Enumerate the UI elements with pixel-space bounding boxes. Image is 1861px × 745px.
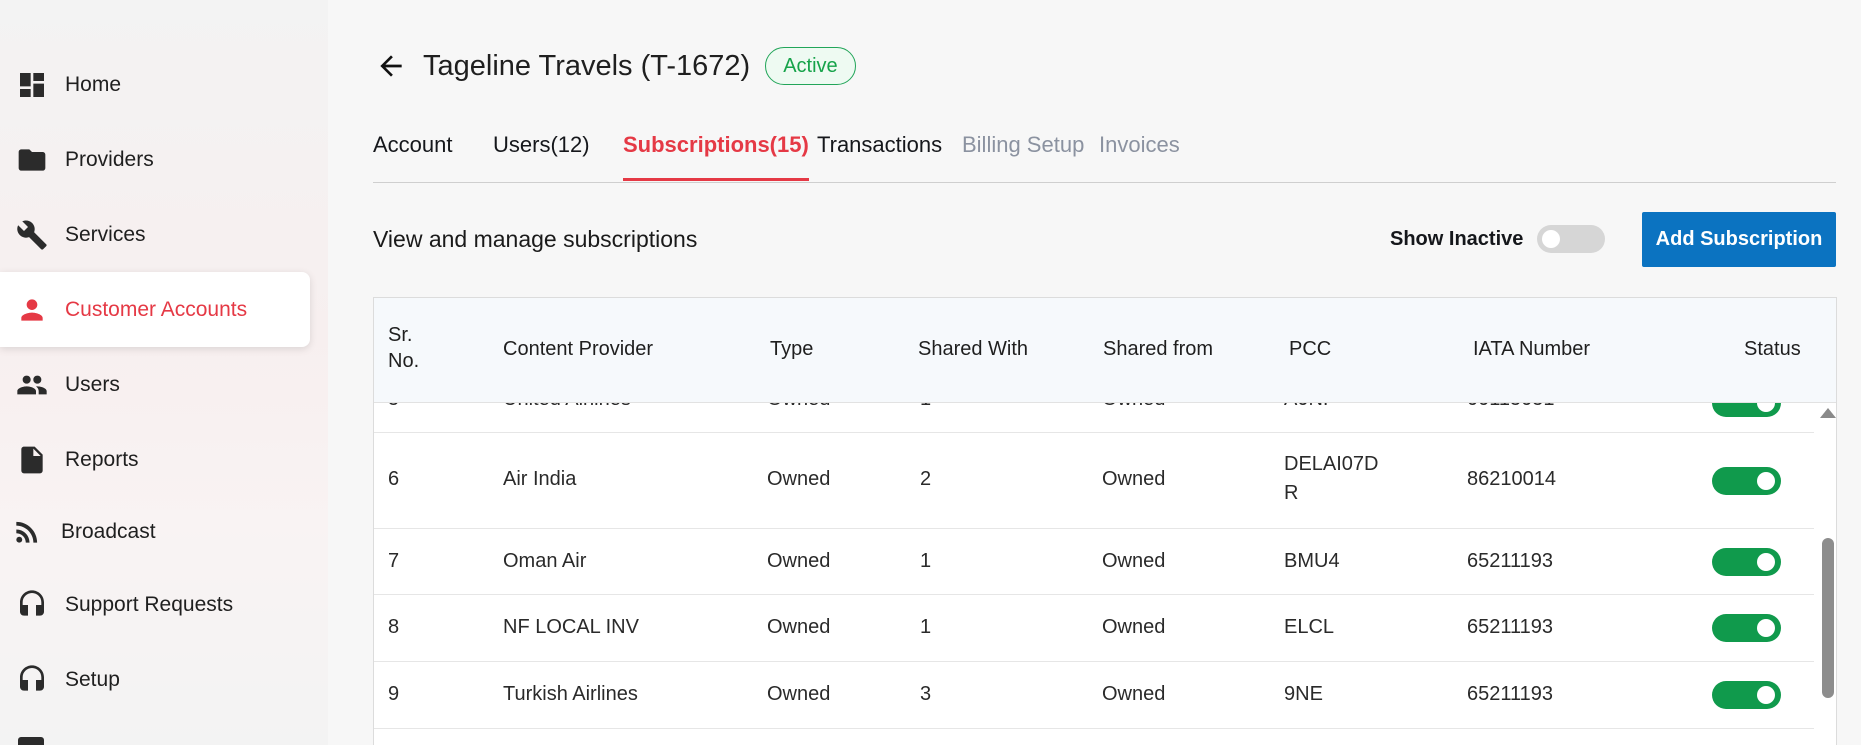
status-toggle[interactable] [1712, 467, 1781, 495]
document-icon [15, 443, 49, 477]
sidebar-item-setup[interactable]: Setup [0, 642, 310, 717]
toggle-knob [1757, 553, 1775, 571]
show-inactive-label: Show Inactive [1390, 228, 1524, 250]
sidebar-item-label: Support Requests [65, 592, 234, 616]
toggle-knob [1757, 472, 1775, 490]
column-header-iata-number: IATA Number [1473, 338, 1591, 360]
cell-shared-with: 1 [920, 550, 932, 572]
subscriptions-table: Sr. No. Content Provider Type Shared Wit… [373, 297, 1837, 745]
table-row[interactable]: 7 Oman Air Owned 1 Owned BMU4 65211193 [374, 529, 1814, 595]
rss-icon [10, 515, 44, 549]
sidebar: Home Providers Services Customer Account… [0, 0, 328, 745]
page-header: Tageline Travels (T-1672) Active [373, 44, 856, 88]
cell-sr-no: 6 [388, 468, 400, 490]
scroll-up-arrow-icon[interactable] [1820, 408, 1836, 418]
tab-billing-setup[interactable]: Billing Setup [962, 132, 1084, 178]
cell-iata-number: 65211193 [1467, 683, 1554, 705]
status-toggle[interactable] [1712, 614, 1781, 642]
sidebar-item-broadcast[interactable]: Broadcast [0, 494, 310, 569]
sidebar-item-customer-accounts[interactable]: Customer Accounts [0, 272, 310, 347]
show-inactive-toggle[interactable] [1537, 225, 1605, 253]
cell-shared-from: Owned [1102, 468, 1166, 490]
sidebar-item-label: Users [65, 372, 120, 396]
status-badge: Active [765, 47, 856, 85]
table-row[interactable]: 9 Turkish Airlines Owned 3 Owned 9NE 652… [374, 662, 1814, 729]
cell-iata-number: 65211193 [1467, 550, 1554, 572]
tab-invoices[interactable]: Invoices [1099, 132, 1180, 178]
cell-type: Owned [767, 683, 831, 705]
toggle-knob [1757, 619, 1775, 637]
app-root: Home Providers Services Customer Account… [0, 0, 1861, 745]
table-row[interactable]: 8 NF LOCAL INV Owned 1 Owned ELCL 652111… [374, 595, 1814, 662]
cell-content-provider: Oman Air [503, 550, 587, 572]
cell-iata-number: 65211193 [1467, 616, 1554, 638]
column-header-shared-with: Shared With [918, 338, 1029, 360]
cell-sr-no: 7 [388, 550, 400, 572]
tab-users[interactable]: Users(12) [493, 132, 590, 178]
table-row[interactable]: 6 Air India Owned 2 Owned DELAI07DR 8621… [374, 433, 1814, 529]
cell-shared-from: Owned [1102, 550, 1166, 572]
sidebar-item-label: Broadcast [61, 519, 156, 543]
cell-type: Owned [767, 550, 831, 572]
sidebar-item-label: Customer Accounts [65, 297, 248, 321]
cell-shared-from: Owned [1102, 616, 1166, 638]
cell-sr-no: 9 [388, 683, 400, 705]
column-header-sr-no: Sr. No. [388, 324, 420, 372]
cell-type: Owned [767, 468, 831, 490]
tab-subscriptions[interactable]: Subscriptions(15) [623, 132, 809, 181]
person-icon [15, 293, 49, 327]
headset-icon [15, 588, 49, 622]
section-subtitle: View and manage subscriptions [373, 226, 698, 252]
cell-content-provider: NF LOCAL INV [503, 616, 639, 638]
sidebar-item-services[interactable]: Services [0, 197, 310, 272]
tab-bar: Account Users(12) Subscriptions(15) Tran… [373, 126, 1836, 183]
column-header-pcc: PCC [1289, 338, 1332, 360]
sidebar-item-support-requests[interactable]: Support Requests [0, 567, 310, 642]
sidebar-item-label: Providers [65, 147, 154, 171]
dashboard-icon [15, 68, 49, 102]
tab-transactions[interactable]: Transactions [817, 132, 942, 178]
table-header: Sr. No. Content Provider Type Shared Wit… [374, 298, 1836, 403]
sidebar-item-reports[interactable]: Reports [0, 422, 310, 497]
back-arrow-icon[interactable] [373, 48, 409, 84]
status-toggle[interactable] [1712, 681, 1781, 709]
cell-pcc: BMU4 [1284, 550, 1340, 572]
sidebar-item-providers[interactable]: Providers [0, 122, 310, 197]
sidebar-item-label: Setup [65, 667, 120, 691]
cell-shared-with: 2 [920, 468, 932, 490]
cell-sr-no: 8 [388, 616, 400, 638]
page-title: Tageline Travels (T-1672) [423, 49, 751, 82]
main-content: Tageline Travels (T-1672) Active Account… [328, 0, 1861, 745]
toggle-knob [1542, 230, 1560, 248]
cell-pcc: DELAI07DR [1284, 453, 1379, 504]
sidebar-item-users[interactable]: Users [0, 347, 310, 422]
cell-shared-from: Owned [1102, 683, 1166, 705]
wrench-icon [15, 218, 49, 252]
cell-shared-with: 1 [920, 616, 932, 638]
sidebar-item-label: Home [65, 72, 122, 96]
toggle-knob [1757, 686, 1775, 704]
people-icon [15, 368, 49, 402]
tab-account[interactable]: Account [373, 132, 453, 178]
headset-icon [15, 663, 49, 697]
cell-content-provider: Turkish Airlines [503, 683, 638, 705]
sidebar-item-label: Reports [65, 447, 139, 471]
sidebar-item-home[interactable]: Home [0, 47, 310, 122]
column-header-content-provider: Content Provider [503, 338, 654, 360]
cell-type: Owned [767, 616, 831, 638]
column-header-status: Status [1744, 338, 1801, 360]
sidebar-item-label: Services [65, 222, 146, 246]
cell-iata-number: 86210014 [1467, 468, 1556, 490]
cell-pcc: 9NE [1284, 683, 1323, 705]
column-header-type: Type [770, 338, 814, 360]
add-subscription-button[interactable]: Add Subscription [1642, 212, 1836, 267]
folder-icon [15, 143, 49, 177]
scrollbar-thumb[interactable] [1822, 538, 1834, 698]
cell-shared-with: 3 [920, 683, 932, 705]
cell-content-provider: Air India [503, 468, 577, 490]
clipboard-icon [18, 737, 44, 745]
column-header-shared-from: Shared from [1103, 338, 1214, 360]
cell-pcc: ELCL [1284, 616, 1335, 638]
status-toggle[interactable] [1712, 548, 1781, 576]
